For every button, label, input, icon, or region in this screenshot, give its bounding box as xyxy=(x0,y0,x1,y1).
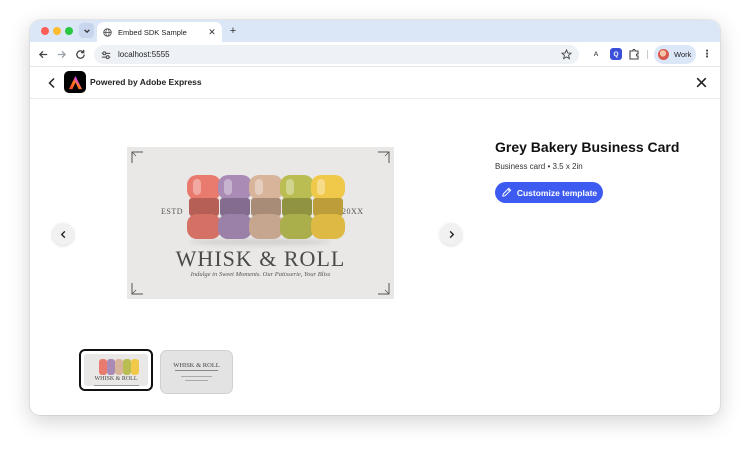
site-settings-icon[interactable] xyxy=(101,50,111,60)
chevron-left-icon xyxy=(60,230,65,238)
thumbnail-tagline-line xyxy=(94,385,139,386)
macaron xyxy=(280,175,314,239)
thumbnail-macaron xyxy=(131,359,139,375)
extension-a-button[interactable]: A xyxy=(590,48,602,60)
close-icon[interactable] xyxy=(694,75,709,90)
toolbar-divider xyxy=(647,50,648,59)
profile-button[interactable]: Work xyxy=(654,45,696,64)
thumbnail-macaron xyxy=(115,359,123,375)
thumbnail-back-line xyxy=(175,370,218,371)
chevron-right-icon xyxy=(449,230,454,238)
close-window-button[interactable] xyxy=(41,27,49,35)
url-text: localhost:5555 xyxy=(118,50,170,59)
template-preview: ESTD 20XX WHISK & ROLL Indulge in Sweet … xyxy=(127,147,394,299)
adobe-express-logo xyxy=(64,71,86,93)
pencil-icon xyxy=(502,187,512,197)
tab-search-button[interactable] xyxy=(79,23,94,38)
ornament-corner-icon xyxy=(131,283,143,295)
adobe-express-icon xyxy=(68,75,82,89)
address-bar[interactable]: localhost:5555 xyxy=(94,45,579,64)
minimize-window-button[interactable] xyxy=(53,27,61,35)
extensions-puzzle-icon[interactable] xyxy=(628,48,640,60)
macaron xyxy=(311,175,345,239)
browser-window: Embed SDK Sample ✕ + localhost:5555 A Q … xyxy=(30,20,720,415)
card-year: 20XX xyxy=(342,207,364,216)
thumbnail-back-brand: WHISK & ROLL xyxy=(173,362,220,369)
previous-button[interactable] xyxy=(52,223,74,245)
powered-by-label: Powered by Adobe Express xyxy=(90,77,202,87)
thumbnail-macaron xyxy=(123,359,131,375)
ornament-corner-icon xyxy=(131,151,143,163)
thumbnail-front[interactable]: WHISK & ROLL xyxy=(79,349,153,391)
thumbnail-back[interactable]: WHISK & ROLL xyxy=(161,351,232,393)
macaron-shadow xyxy=(189,239,331,245)
browser-toolbar: localhost:5555 A Q Work ⋮ xyxy=(30,42,720,67)
reload-button[interactable] xyxy=(73,47,87,61)
bookmark-star-icon[interactable] xyxy=(561,49,572,60)
tab-strip: Embed SDK Sample ✕ + xyxy=(30,20,720,42)
macaron xyxy=(249,175,283,239)
thumbnail-back-line xyxy=(181,376,212,377)
customize-label: Customize template xyxy=(516,187,598,198)
thumbnail-front-brand: WHISK & ROLL xyxy=(94,376,138,382)
macaron xyxy=(218,175,252,239)
profile-name: Work xyxy=(674,50,692,59)
avatar xyxy=(658,49,669,60)
template-subtitle: Business card • 3.5 x 2in xyxy=(495,162,583,171)
card-tagline: Indulge in Sweet Moments. Our Patisserie… xyxy=(190,271,331,278)
browser-tab[interactable]: Embed SDK Sample ✕ xyxy=(97,22,222,42)
new-tab-button[interactable]: + xyxy=(226,24,240,38)
macaron xyxy=(187,175,221,239)
chevron-down-icon xyxy=(83,28,90,33)
thumbnail-back-line xyxy=(185,380,208,381)
ornament-corner-icon xyxy=(378,151,390,163)
customize-template-button[interactable]: Customize template xyxy=(495,182,603,203)
card-brand: WHISK & ROLL xyxy=(175,246,346,271)
card-estd: ESTD xyxy=(161,207,183,216)
more-menu-icon[interactable]: ⋮ xyxy=(702,48,712,61)
reload-icon xyxy=(75,49,85,59)
close-tab-icon[interactable]: ✕ xyxy=(206,27,218,38)
thumbnail-front-preview: WHISK & ROLL xyxy=(84,354,148,386)
extension-q-button[interactable]: Q xyxy=(610,48,622,60)
arrow-right-icon xyxy=(57,50,66,58)
template-title: Grey Bakery Business Card xyxy=(495,139,680,155)
tab-title: Embed SDK Sample xyxy=(118,27,187,37)
ornament-corner-icon xyxy=(378,283,390,295)
app-header: Powered by Adobe Express xyxy=(30,67,720,99)
maximize-window-button[interactable] xyxy=(65,27,73,35)
next-button[interactable] xyxy=(440,223,462,245)
chevron-left-icon[interactable] xyxy=(45,76,59,90)
forward-button[interactable] xyxy=(54,47,68,61)
globe-icon xyxy=(103,27,112,37)
arrow-left-icon xyxy=(38,50,47,58)
back-button[interactable] xyxy=(36,47,50,61)
thumbnail-macaron xyxy=(99,359,107,375)
thumbnail-macaron xyxy=(107,359,115,375)
